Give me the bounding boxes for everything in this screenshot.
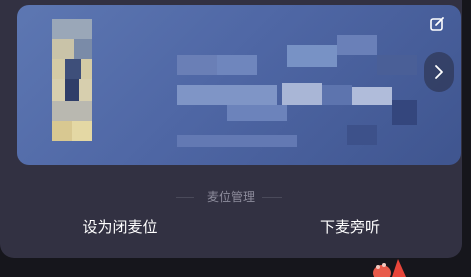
section-title: 麦位管理 xyxy=(206,190,255,204)
touch-pointer-icon xyxy=(373,259,406,277)
set-mic-closed-button[interactable]: 设为闭麦位 xyxy=(60,212,180,242)
chevron-right-icon xyxy=(435,65,443,79)
blurred-user-info xyxy=(17,5,461,165)
mic-management-panel: 麦位管理 设为闭麦位 下麦旁听 xyxy=(0,0,462,258)
edit-button[interactable] xyxy=(426,13,448,35)
leave-mic-listen-button[interactable]: 下麦旁听 xyxy=(290,212,410,242)
profile-card[interactable] xyxy=(17,5,461,165)
section-header: 麦位管理 xyxy=(0,187,462,207)
next-card-button[interactable] xyxy=(424,52,454,92)
divider-right xyxy=(262,197,282,198)
edit-icon xyxy=(430,17,444,31)
